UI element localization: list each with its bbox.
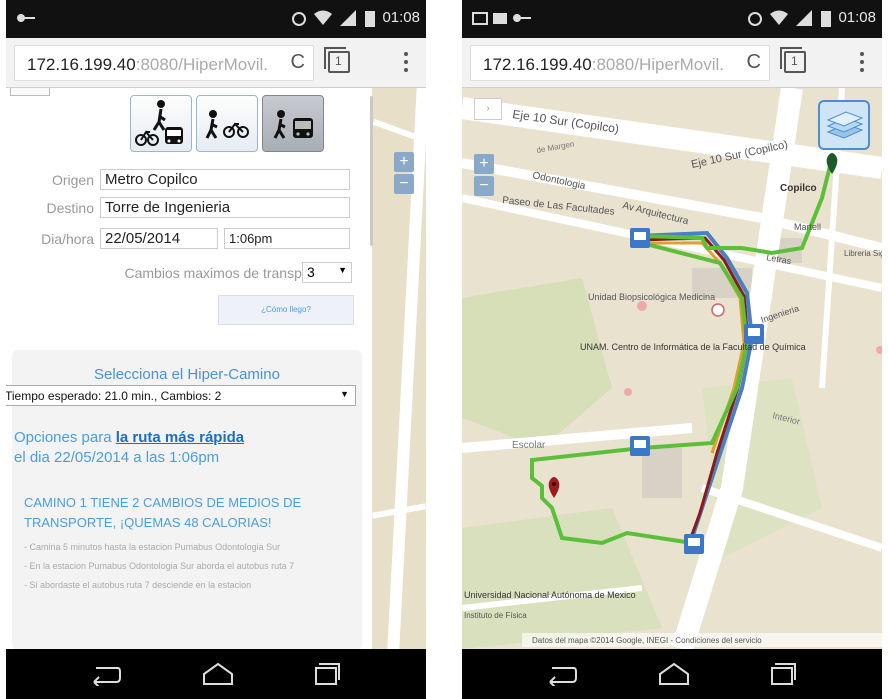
place-label: Libreria Siglo XX: [844, 249, 882, 258]
place-label: UNAM. Centro de Informática de la Facult…: [580, 342, 806, 352]
route-steps: - Camina 5 minutos hasta la estacion Pum…: [24, 540, 354, 593]
image-icon: [472, 12, 488, 25]
time-field[interactable]: 1:06pm: [224, 228, 350, 249]
home-icon[interactable]: [202, 662, 234, 686]
zoom-in-icon[interactable]: +: [474, 154, 494, 174]
mode-walk-bike-button[interactable]: [196, 95, 258, 152]
wifi-icon: [770, 10, 788, 25]
chevron-down-icon: ▼: [340, 389, 349, 399]
browser-toolbar: 172.16.199.40:8080/HiperMovil. C 1: [462, 38, 882, 88]
signal-icon: [340, 10, 356, 26]
wifi-icon: [314, 10, 332, 25]
nav-bar: [462, 649, 882, 699]
battery-icon: [821, 11, 831, 27]
walk-bus-icon: [273, 110, 313, 139]
chevron-down-icon: ▼: [338, 265, 347, 275]
max-changes-label: Cambios maximos de transporte: [124, 265, 326, 281]
url-path: :8080/HiperMovil.: [135, 55, 268, 74]
phone-screen-left: 01:08 172.16.199.40:8080/HiperMovil. C 1: [6, 0, 426, 699]
url-text: 172.16.199.40:8080/HiperMovil.: [27, 55, 268, 75]
url-field[interactable]: 172.16.199.40:8080/HiperMovil. C: [14, 45, 314, 81]
fastest-route-link[interactable]: la ruta más rápida: [116, 429, 244, 446]
max-changes-value: 3: [307, 264, 315, 280]
back-icon[interactable]: [546, 662, 578, 686]
alarm-icon: [748, 12, 762, 26]
status-bar: 01:08: [6, 0, 426, 38]
signal-icon: [796, 10, 812, 26]
bus-stop-icon[interactable]: [684, 534, 704, 554]
status-bar: 01:08: [462, 0, 882, 38]
tabs-icon[interactable]: 1: [324, 47, 350, 73]
battery-icon: [365, 11, 375, 27]
date-field[interactable]: 22/05/2014: [100, 228, 218, 249]
route-step: - Si abordaste el autobus ruta 7 descien…: [24, 580, 252, 590]
destination-field[interactable]: Torre de Ingenieria: [100, 197, 350, 218]
place-label: Copilco: [780, 183, 817, 194]
map-preview[interactable]: [371, 88, 426, 649]
map-view[interactable]: Eje 10 Sur (Copilco) Eje 10 Sur (Copilco…: [462, 88, 882, 649]
origin-field[interactable]: Metro Copilco: [100, 169, 350, 190]
nav-bar: [6, 649, 426, 699]
place-label: Unidad Biopsicológica Medicina: [588, 292, 715, 302]
map-attribution: Datos del mapa ©2014 Google, INEGI - Con…: [532, 636, 762, 645]
place-label: Universidad Nacional Autónoma de Mexico: [464, 590, 636, 600]
route-select[interactable]: Tiempo esperado: 21.0 min., Cambios: 2 ▼: [6, 385, 356, 406]
bus-stop-icon[interactable]: [744, 324, 764, 344]
panel-title: Selecciona el Hiper-Camino: [94, 366, 280, 383]
route-step: - En la estacion Pumabus Odontologia Sur…: [24, 561, 295, 571]
url-host: 172.16.199.40: [483, 55, 592, 74]
bus-stop-icon[interactable]: [630, 228, 650, 248]
key-icon: [17, 14, 35, 22]
route-step: - Camina 5 minutos hasta la estacion Pum…: [24, 542, 281, 552]
reload-icon[interactable]: C: [747, 51, 761, 74]
recents-icon[interactable]: [310, 662, 342, 686]
walk-bike-bus-icon: [135, 100, 183, 146]
submit-button[interactable]: ¿Cómo llego?: [218, 295, 354, 325]
clock: 01:08: [838, 9, 876, 26]
street-label: Escolar: [512, 440, 546, 451]
zoom-out-icon[interactable]: −: [474, 176, 494, 196]
datetime-label: Dia/hora: [41, 231, 94, 247]
page-content: Origen Metro Copilco Destino Torre de In…: [6, 88, 426, 649]
camino-title: CAMINO 1 TIENE 2 CAMBIOS DE MEDIOS DE TR…: [24, 495, 302, 530]
destination-label: Destino: [46, 200, 94, 216]
url-host: 172.16.199.40: [27, 55, 136, 74]
map-canvas[interactable]: Eje 10 Sur (Copilco) Eje 10 Sur (Copilco…: [462, 88, 882, 649]
key-icon: [513, 14, 531, 22]
collapse-tab[interactable]: [10, 88, 50, 96]
place-label: Instituto de Física: [464, 611, 527, 620]
walk-bike-icon: [205, 110, 249, 139]
phone-screen-right: 01:08 172.16.199.40:8080/HiperMovil. C 1: [462, 0, 882, 699]
recents-icon[interactable]: [766, 662, 798, 686]
mode-walk-bus-button[interactable]: [262, 95, 324, 152]
menu-icon[interactable]: [860, 52, 864, 74]
clock: 01:08: [382, 9, 420, 26]
zoom-out-icon[interactable]: −: [394, 174, 414, 194]
url-field[interactable]: 172.16.199.40:8080/HiperMovil. C: [470, 45, 770, 81]
reload-icon[interactable]: C: [291, 51, 305, 74]
panel-toggle-button[interactable]: ›: [474, 98, 502, 120]
alarm-icon: [292, 12, 306, 26]
options-date: el dia 22/05/2014 a las 1:06pm: [14, 449, 220, 466]
route-select-value: Tiempo esperado: 21.0 min., Cambios: 2: [6, 389, 222, 403]
max-changes-select[interactable]: 3 ▼: [302, 262, 352, 283]
layers-icon[interactable]: [818, 100, 870, 150]
menu-icon[interactable]: [404, 52, 408, 74]
back-icon[interactable]: [90, 662, 122, 686]
origin-label: Origen: [51, 172, 94, 188]
place-label: Martell: [794, 222, 821, 232]
options-text: Opciones para la ruta más rápida el dia …: [14, 428, 354, 468]
browser-toolbar: 172.16.199.40:8080/HiperMovil. C 1: [6, 38, 426, 88]
home-icon[interactable]: [658, 662, 690, 686]
url-path: :8080/HiperMovil.: [591, 55, 724, 74]
options-prefix: Opciones para: [14, 429, 116, 446]
mode-walk-bike-bus-button[interactable]: [130, 95, 192, 152]
bus-stop-icon[interactable]: [630, 436, 650, 456]
scrollbar[interactable]: [370, 96, 373, 246]
tabs-icon[interactable]: 1: [780, 47, 806, 73]
url-text: 172.16.199.40:8080/HiperMovil.: [483, 55, 724, 75]
mail-icon: [493, 13, 507, 24]
zoom-in-icon[interactable]: +: [394, 152, 414, 172]
